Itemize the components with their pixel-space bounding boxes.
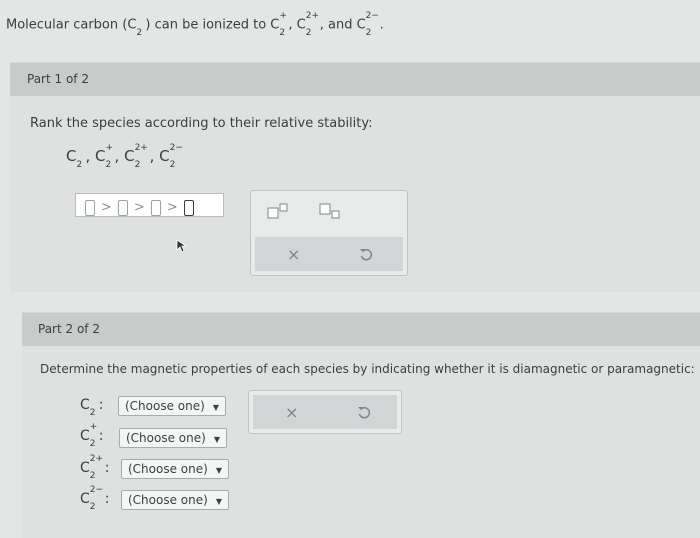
- part2-toolbox: ×: [248, 390, 402, 434]
- rank-slot-1[interactable]: [85, 199, 95, 216]
- row2-formula: C +2:: [80, 422, 104, 449]
- undo-icon[interactable]: [357, 404, 371, 423]
- rank-slot-4[interactable]: [183, 199, 194, 216]
- undo-icon[interactable]: [359, 246, 373, 265]
- row3-magnetism-select[interactable]: (Choose one) ▼: [121, 459, 229, 479]
- species-list: C2, C +2, C 2+ 2, C 2− 2: [66, 142, 183, 170]
- part2-header: Part 2 of 2: [22, 312, 700, 347]
- row4-formula: C 2− 2:: [80, 485, 110, 512]
- clear-button-part2[interactable]: ×: [285, 403, 298, 422]
- part1-toolbox: ×: [250, 190, 408, 276]
- part1-prompt: Rank the species according to their rela…: [30, 116, 373, 131]
- part2-prompt: Determine the magnetic properties of eac…: [40, 362, 695, 376]
- part1-header: Part 1 of 2: [10, 62, 700, 97]
- mouse-cursor-icon: [176, 238, 188, 257]
- row3-formula: C 2+ 2:: [80, 454, 110, 481]
- part1-toolbox-actions: ×: [255, 237, 403, 271]
- ranking-answer-box[interactable]: > > >: [75, 193, 224, 217]
- part1-title: Part 1 of 2: [27, 72, 89, 86]
- row1-formula: C2:: [80, 397, 104, 418]
- intro-text: Molecular carbon (C 2) can be ionized to …: [6, 11, 384, 38]
- rank-slot-3[interactable]: [150, 199, 161, 216]
- part2-toolbox-actions: ×: [253, 395, 397, 429]
- rank-slot-2[interactable]: [117, 199, 128, 216]
- row1-magnetism-select[interactable]: (Choose one) ▼: [118, 396, 226, 416]
- row2-magnetism-select[interactable]: (Choose one) ▼: [119, 428, 227, 448]
- clear-button[interactable]: ×: [287, 245, 300, 264]
- subscript-icon[interactable]: [319, 203, 341, 223]
- part2-title: Part 2 of 2: [38, 322, 100, 336]
- superscript-icon[interactable]: [267, 203, 289, 223]
- row4-magnetism-select[interactable]: (Choose one) ▼: [121, 490, 229, 510]
